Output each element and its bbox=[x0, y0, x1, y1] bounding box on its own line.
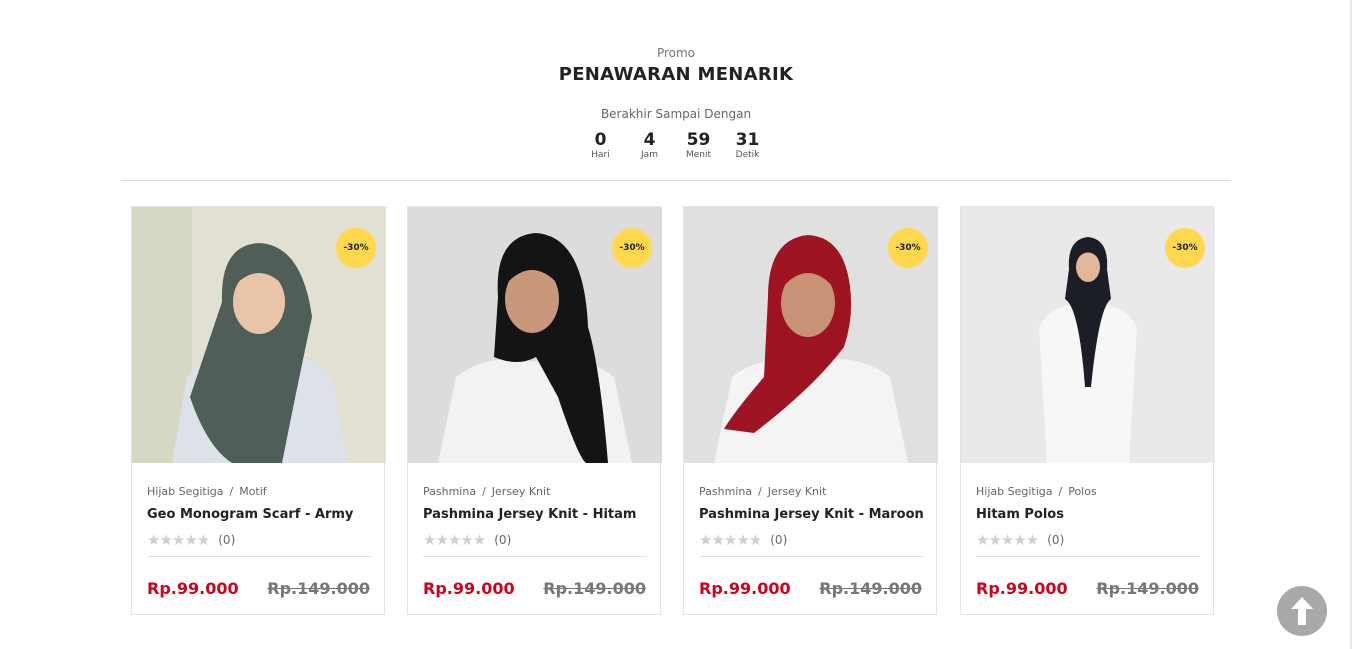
star-icon: ★★★★★ bbox=[976, 531, 1039, 549]
product-rating: ★★★★★ (0) bbox=[699, 531, 787, 549]
product-name[interactable]: Hitam Polos bbox=[976, 507, 1064, 522]
subcategory-link[interactable]: Polos bbox=[1068, 485, 1097, 498]
scroll-to-top-button[interactable] bbox=[1277, 586, 1327, 636]
product-breadcrumb: Pashmina / Jersey Knit bbox=[423, 485, 551, 498]
section-eyebrow: Promo bbox=[656, 46, 696, 60]
card-divider bbox=[147, 556, 371, 557]
discount-badge: -30% bbox=[888, 228, 928, 268]
subcategory-link[interactable]: Motif bbox=[239, 485, 266, 498]
category-link[interactable]: Hijab Segitiga bbox=[147, 485, 223, 498]
category-link[interactable]: Pashmina bbox=[423, 485, 476, 498]
countdown-value: 4 bbox=[643, 130, 656, 150]
product-image[interactable]: -30% bbox=[684, 207, 938, 463]
product-name[interactable]: Pashmina Jersey Knit - Maroon bbox=[699, 507, 924, 522]
countdown-hours: 4 Jam bbox=[625, 130, 674, 160]
product-image[interactable]: -30% bbox=[132, 207, 386, 463]
rating-count: (0) bbox=[770, 533, 788, 547]
original-price: Rp.149.000 bbox=[543, 579, 646, 598]
rating-count: (0) bbox=[494, 533, 512, 547]
product-rating: ★★★★★ (0) bbox=[976, 531, 1064, 549]
product-card[interactable]: -30% Hijab Segitiga / Motif Geo Monogram S… bbox=[131, 206, 386, 615]
countdown-value: 59 bbox=[686, 130, 711, 150]
original-price: Rp.149.000 bbox=[267, 579, 370, 598]
countdown-minutes: 59 Menit bbox=[674, 130, 723, 160]
subcategory-link[interactable]: Jersey Knit bbox=[768, 485, 827, 498]
countdown-label: Menit bbox=[685, 150, 712, 160]
countdown-label: Detik bbox=[735, 150, 760, 160]
countdown-seconds: 31 Detik bbox=[723, 130, 772, 160]
original-price: Rp.149.000 bbox=[819, 579, 922, 598]
countdown-caption: Berakhir Sampai Dengan bbox=[600, 107, 752, 121]
sale-price: Rp.99.000 bbox=[699, 579, 791, 598]
product-image[interactable]: -30% bbox=[961, 207, 1215, 463]
product-breadcrumb: Pashmina / Jersey Knit bbox=[699, 485, 827, 498]
section-title: PENAWARAN MENARIK bbox=[558, 64, 794, 85]
countdown-value: 0 bbox=[594, 130, 607, 150]
product-image[interactable]: -30% bbox=[408, 207, 662, 463]
sale-price: Rp.99.000 bbox=[147, 579, 239, 598]
card-divider bbox=[699, 556, 923, 557]
product-card[interactable]: -30% Hijab Segitiga / Polos Hitam Polos ★★… bbox=[960, 206, 1215, 615]
star-icon: ★★★★★ bbox=[147, 531, 210, 549]
star-icon: ★★★★★ bbox=[423, 531, 486, 549]
sale-price: Rp.99.000 bbox=[423, 579, 515, 598]
product-breadcrumb: Hijab Segitiga / Motif bbox=[147, 485, 267, 498]
product-rating: ★★★★★ (0) bbox=[147, 531, 235, 549]
card-divider bbox=[976, 556, 1200, 557]
product-name[interactable]: Geo Monogram Scarf - Army bbox=[147, 507, 353, 522]
product-rating: ★★★★★ (0) bbox=[423, 531, 511, 549]
product-card[interactable]: -30% Pashmina / Jersey Knit Pashmina Jerse… bbox=[683, 206, 938, 615]
countdown-timer: 0 Hari 4 Jam 59 Menit 31 Detik bbox=[576, 130, 772, 160]
discount-badge: -30% bbox=[336, 228, 376, 268]
star-icon: ★★★★★ bbox=[699, 531, 762, 549]
discount-badge: -30% bbox=[612, 228, 652, 268]
countdown-value: 31 bbox=[735, 130, 760, 150]
arrow-up-icon bbox=[1291, 597, 1313, 625]
rating-count: (0) bbox=[1047, 533, 1065, 547]
section-divider bbox=[121, 180, 1231, 181]
countdown-days: 0 Hari bbox=[576, 130, 625, 160]
countdown-label: Hari bbox=[591, 150, 610, 160]
card-divider bbox=[423, 556, 647, 557]
product-breadcrumb: Hijab Segitiga / Polos bbox=[976, 485, 1097, 498]
countdown-label: Jam bbox=[641, 150, 658, 160]
product-card[interactable]: -30% Pashmina / Jersey Knit Pashmina Jerse… bbox=[407, 206, 662, 615]
original-price: Rp.149.000 bbox=[1096, 579, 1199, 598]
discount-badge: -30% bbox=[1165, 228, 1205, 268]
rating-count: (0) bbox=[218, 533, 236, 547]
subcategory-link[interactable]: Jersey Knit bbox=[492, 485, 551, 498]
category-link[interactable]: Hijab Segitiga bbox=[976, 485, 1052, 498]
product-name[interactable]: Pashmina Jersey Knit - Hitam bbox=[423, 507, 636, 522]
sale-price: Rp.99.000 bbox=[976, 579, 1068, 598]
category-link[interactable]: Pashmina bbox=[699, 485, 752, 498]
